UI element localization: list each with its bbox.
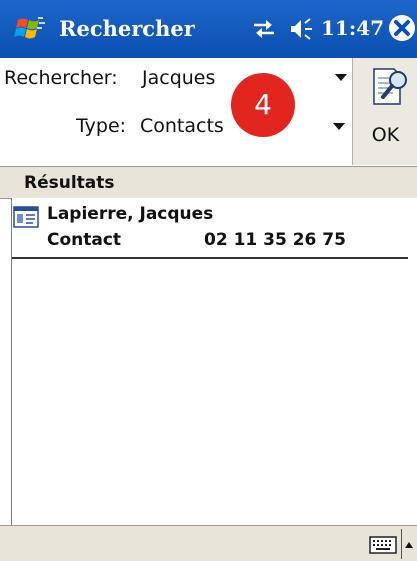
app-title: Rechercher [59, 16, 195, 41]
result-list: Lapierre, Jacques Contact 02 11 35 26 75 [11, 198, 417, 525]
speaker-icon[interactable] [287, 15, 319, 43]
ok-button[interactable]: OK [352, 58, 417, 165]
type-select[interactable]: Contacts [140, 115, 224, 137]
windows-start-icon[interactable] [12, 14, 48, 44]
input-panel-arrow-icon[interactable] [405, 542, 413, 548]
ok-label: OK [371, 124, 400, 146]
search-document-icon [373, 68, 407, 105]
rechercher-dropdown-arrow-icon[interactable] [335, 74, 347, 81]
rechercher-label: Rechercher: [4, 67, 118, 89]
results-header: Résultats [0, 167, 417, 199]
result-item[interactable]: Lapierre, Jacques Contact 02 11 35 26 75 [12, 198, 408, 259]
clock[interactable]: 11:47 [321, 16, 384, 40]
contact-card-icon [13, 206, 39, 228]
menu-bar [0, 525, 417, 561]
search-form: Rechercher: Jacques Type: Contacts 4 OK [0, 58, 417, 167]
pocketpc-screen: Rechercher 11:47 Rechercher: Jacques Typ… [0, 0, 417, 561]
rechercher-input[interactable]: Jacques [142, 67, 215, 89]
title-bar: Rechercher 11:47 [0, 0, 417, 58]
close-icon[interactable] [387, 13, 417, 43]
results-title: Résultats [24, 173, 115, 193]
menu-separator [401, 529, 402, 559]
type-dropdown-arrow-icon[interactable] [333, 123, 345, 130]
type-label: Type: [76, 115, 127, 137]
step-badge: 4 [231, 73, 295, 137]
contact-type: Contact [47, 230, 122, 250]
connectivity-icon[interactable] [251, 17, 277, 41]
contact-phone: 02 11 35 26 75 [204, 230, 346, 250]
contact-name: Lapierre, Jacques [47, 204, 214, 224]
keyboard-icon[interactable] [369, 536, 397, 554]
